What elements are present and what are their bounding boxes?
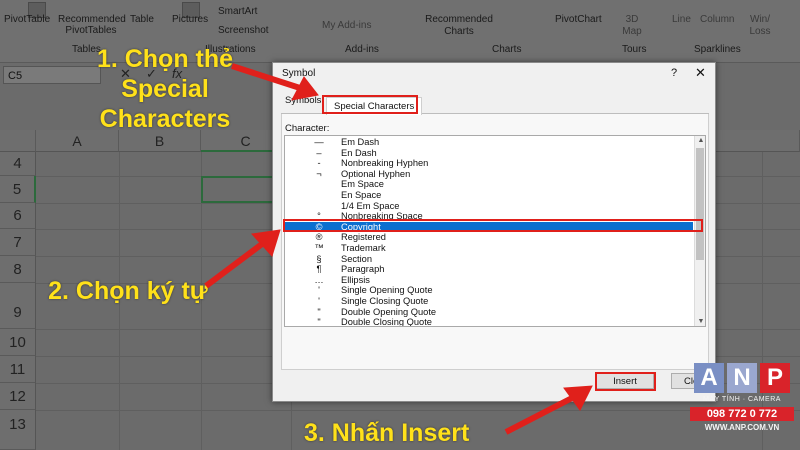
arrow-to-special-tab	[231, 63, 319, 101]
logo-url: WWW.ANP.COM.VN	[704, 423, 780, 432]
annotation-arrows	[204, 63, 593, 435]
arrow-to-copyright	[204, 229, 281, 289]
arrow-to-insert	[504, 385, 593, 435]
anp-logo: A N P MÁY TÍNH · CAMERA 098 772 0 772 WW…	[690, 363, 794, 437]
logo-letter-a: A	[694, 363, 724, 393]
logo-letter-n: N	[727, 363, 757, 393]
logo-tagline: MÁY TÍNH · CAMERA	[703, 396, 781, 403]
logo-phone: 098 772 0 772	[690, 407, 794, 421]
logo-letter-p: P	[760, 363, 790, 393]
